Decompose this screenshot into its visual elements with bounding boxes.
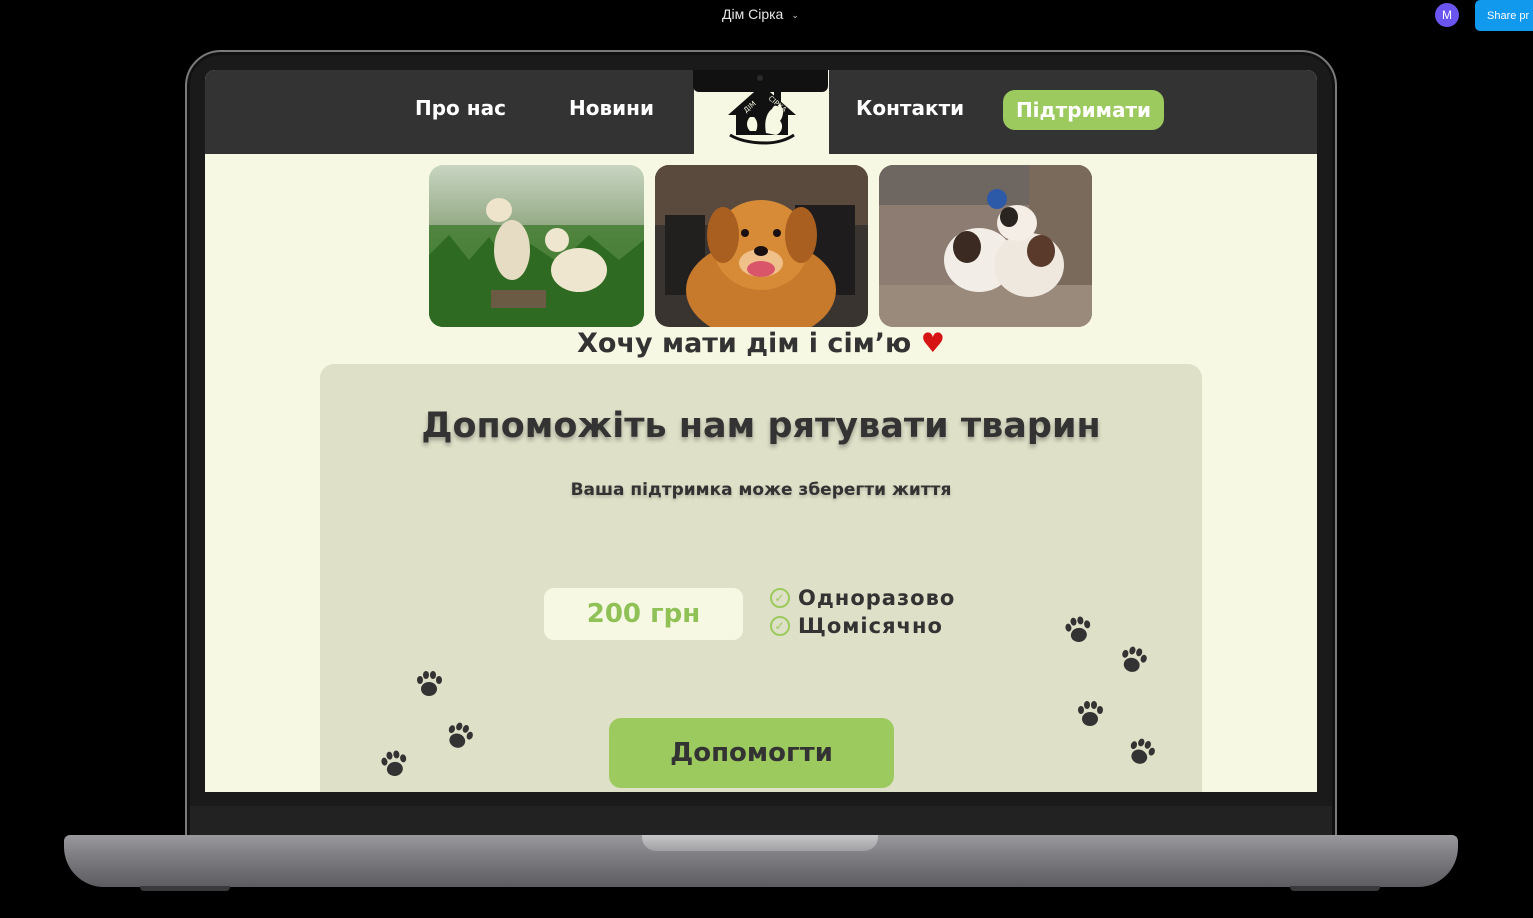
paw-icon — [381, 750, 407, 776]
option-monthly[interactable]: ✓ Щомісячно — [770, 614, 943, 638]
paw-icon — [1130, 738, 1155, 764]
website-screen: Про нас Новини ДІМ СІРКА Контакти Підтри… — [205, 70, 1317, 792]
share-button[interactable]: Share pr — [1475, 0, 1533, 31]
avatar[interactable]: M — [1435, 3, 1459, 27]
paw-icon — [417, 671, 442, 696]
option-one-time-label: Одноразово — [798, 586, 956, 610]
option-monthly-label: Щомісячно — [798, 614, 943, 638]
check-circle-icon: ✓ — [770, 588, 790, 608]
chevron-down-icon: ⌄ — [791, 9, 799, 20]
amount-field[interactable]: 200 грн — [544, 588, 743, 640]
laptop-foot-right — [1290, 886, 1380, 891]
paw-icon — [448, 722, 473, 748]
nav-item-about[interactable]: Про нас — [415, 96, 506, 120]
laptop-notch — [642, 835, 878, 851]
laptop-hinge — [190, 806, 1332, 836]
file-title-label: Дім Сірка — [722, 6, 784, 22]
heart-icon: ♥ — [920, 328, 945, 359]
photo-golden-retriever — [655, 165, 868, 327]
donation-title: Допоможіть нам рятувати тварин — [421, 406, 1101, 446]
option-one-time[interactable]: ✓ Одноразово — [770, 586, 955, 610]
donation-subtitle: Ваша підтримка може зберегти життя — [570, 480, 952, 500]
laptop-foot-left — [140, 886, 230, 891]
file-title[interactable]: Дім Сірка ⌄ — [722, 6, 799, 22]
paw-icon — [1065, 616, 1091, 642]
slogan-text: Хочу мати дім і сім’ю — [577, 328, 912, 359]
nav-item-contacts[interactable]: Контакти — [856, 96, 964, 120]
slogan-heading: Хочу мати дім і сім’ю ♥ — [205, 328, 1317, 359]
camera-notch — [693, 70, 828, 92]
help-button[interactable]: Допомогти — [609, 718, 894, 788]
photo-puppies — [879, 165, 1092, 327]
donation-panel: Допоможіть нам рятувати тварин Ваша підт… — [320, 364, 1202, 792]
photo-labradors — [429, 165, 644, 327]
check-circle-icon: ✓ — [770, 616, 790, 636]
support-button[interactable]: Підтримати — [1003, 90, 1164, 130]
nav-item-news[interactable]: Новини — [569, 96, 654, 120]
paw-icon — [1122, 646, 1147, 672]
camera-icon — [757, 75, 763, 81]
paw-icon — [1078, 701, 1103, 726]
